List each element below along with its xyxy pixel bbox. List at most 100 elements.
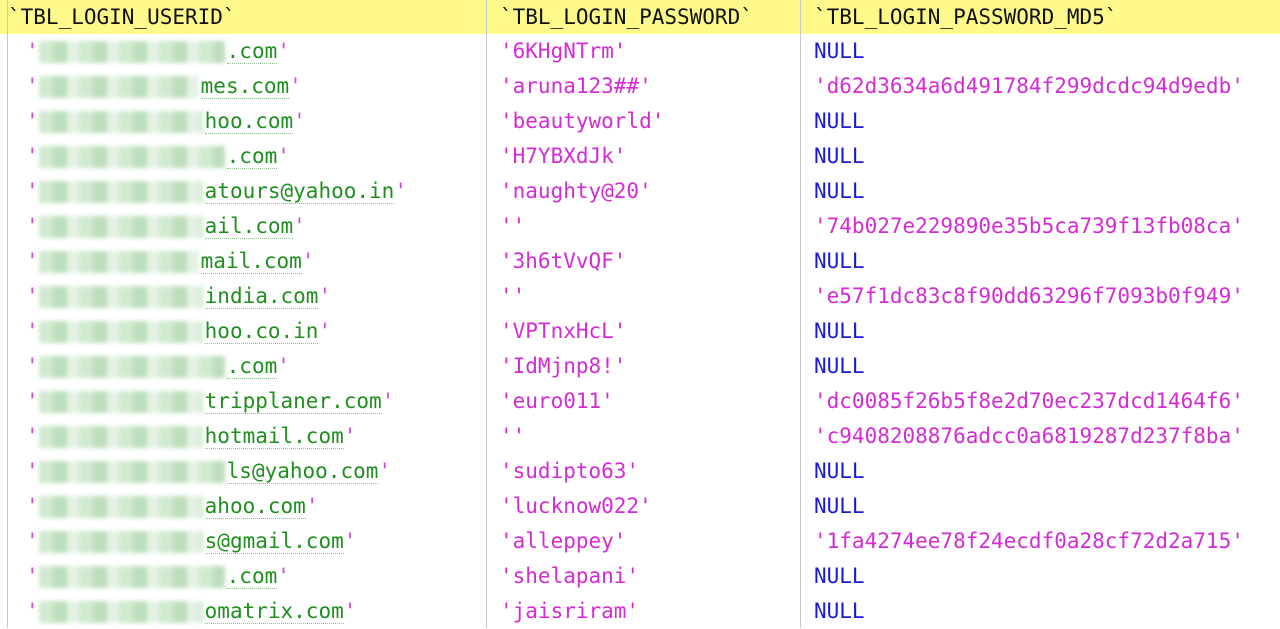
cell-password[interactable]: 'naughty@20' xyxy=(500,174,796,209)
cell-password[interactable]: '' xyxy=(500,209,796,244)
table-row[interactable]: ' .com' '6KHgNTrm' NULL xyxy=(0,34,1280,69)
quote-mark: ' xyxy=(305,494,319,518)
cell-password-md5[interactable]: NULL xyxy=(814,349,1280,384)
table-row[interactable]: ' ail.com' '' '74b027e229890e35b5ca739f13fb… xyxy=(0,209,1280,244)
table-row[interactable]: ' .com' 'IdMjnp8!' NULL xyxy=(0,349,1280,384)
cell-userid[interactable]: ' ahoo.com' xyxy=(26,489,482,524)
userid-visible-text: .com xyxy=(226,354,278,379)
userid-visible-text: hoo.co.in xyxy=(204,319,319,344)
cell-password-md5[interactable]: NULL xyxy=(814,34,1280,69)
cell-password[interactable]: 'H7YBXdJk' xyxy=(500,139,796,174)
cell-password[interactable]: 'sudipto63' xyxy=(500,454,796,489)
userid-visible-text: tripplaner.com xyxy=(204,389,382,414)
cell-userid[interactable]: ' hoo.com' xyxy=(26,104,482,139)
quote-mark: ' xyxy=(26,179,39,203)
cell-password-md5[interactable]: 'e57f1dc83c8f90dd63296f7093b0f949' xyxy=(814,279,1280,314)
cell-password-md5[interactable]: NULL xyxy=(814,489,1280,524)
userid-visible-text: mail.com xyxy=(200,249,302,274)
cell-password-md5[interactable]: NULL xyxy=(814,594,1280,629)
quote-mark: ' xyxy=(26,459,39,483)
cell-userid[interactable]: ' s@gmail.com' xyxy=(26,524,482,559)
table-row[interactable]: ' india.com' '' 'e57f1dc83c8f90dd63296f7093… xyxy=(0,279,1280,314)
cell-password-md5[interactable]: 'c9408208876adcc0a6819287d237f8ba' xyxy=(814,419,1280,454)
grid-header: `TBL_LOGIN_USERID` `TBL_LOGIN_PASSWORD` … xyxy=(0,0,1280,34)
table-row[interactable]: ' hotmail.com' '' 'c9408208876adcc0a6819287… xyxy=(0,419,1280,454)
table-row[interactable]: ' omatrix.com' 'jaisriram' NULL xyxy=(0,594,1280,629)
cell-userid[interactable]: ' mail.com' xyxy=(26,244,482,279)
cell-password-md5[interactable]: 'dc0085f26b5f8e2d70ec237dcd1464f6' xyxy=(814,384,1280,419)
table-row[interactable]: ' tripplaner.com' 'euro011' 'dc0085f26b5f8e… xyxy=(0,384,1280,419)
redacted-userid-prefix xyxy=(38,321,203,343)
cell-userid[interactable]: ' india.com' xyxy=(26,279,482,314)
cell-password-md5[interactable]: NULL xyxy=(814,174,1280,209)
quote-mark: ' xyxy=(394,179,407,203)
column-header-password[interactable]: `TBL_LOGIN_PASSWORD` xyxy=(500,0,753,34)
cell-password-md5[interactable]: NULL xyxy=(814,559,1280,594)
redacted-userid-prefix xyxy=(38,76,199,98)
quote-mark: ' xyxy=(26,144,39,168)
cell-userid[interactable]: ' tripplaner.com' xyxy=(26,384,482,419)
table-row[interactable]: ' .com' 'H7YBXdJk' NULL xyxy=(0,139,1280,174)
cell-password[interactable]: 'IdMjnp8!' xyxy=(500,349,796,384)
cell-password[interactable]: 'beautyworld' xyxy=(500,104,796,139)
column-header-userid[interactable]: `TBL_LOGIN_USERID` xyxy=(8,0,236,34)
table-row[interactable]: ' s@gmail.com' 'alleppey' '1fa4274ee78f24ec… xyxy=(0,524,1280,559)
redacted-userid-prefix xyxy=(38,391,203,413)
cell-userid[interactable]: ' ls@yahoo.com' xyxy=(26,454,482,489)
table-row[interactable]: ' mes.com' 'aruna123##' 'd62d3634a6d491784f… xyxy=(0,69,1280,104)
quote-mark: ' xyxy=(277,564,290,588)
cell-password[interactable]: 'VPTnxHcL' xyxy=(500,314,796,349)
cell-userid[interactable]: ' .com' xyxy=(26,34,482,69)
table-row[interactable]: ' hoo.com' 'beautyworld' NULL xyxy=(0,104,1280,139)
cell-password[interactable]: '6KHgNTrm' xyxy=(500,34,796,69)
cell-userid[interactable]: ' .com' xyxy=(26,139,482,174)
cell-password[interactable]: 'lucknow022' xyxy=(500,489,796,524)
userid-visible-text: .com xyxy=(226,564,278,589)
cell-password-md5[interactable]: NULL xyxy=(814,139,1280,174)
userid-visible-text: atours@yahoo.in xyxy=(204,179,395,204)
cell-userid[interactable]: ' hoo.co.in' xyxy=(26,314,482,349)
cell-password-md5[interactable]: NULL xyxy=(814,314,1280,349)
quote-mark: ' xyxy=(26,214,39,238)
cell-userid[interactable]: ' mes.com' xyxy=(26,69,482,104)
cell-password-md5[interactable]: NULL xyxy=(814,104,1280,139)
column-header-password-md5[interactable]: `TBL_LOGIN_PASSWORD_MD5` xyxy=(814,0,1117,34)
cell-password-md5[interactable]: NULL xyxy=(814,244,1280,279)
quote-mark: ' xyxy=(381,389,395,413)
quote-mark: ' xyxy=(301,249,315,273)
table-row[interactable]: ' ahoo.com' 'lucknow022' NULL xyxy=(0,489,1280,524)
quote-mark: ' xyxy=(26,599,39,623)
cell-userid[interactable]: ' atours@yahoo.in' xyxy=(26,174,482,209)
redacted-userid-prefix xyxy=(38,251,199,273)
cell-userid[interactable]: ' .com' xyxy=(26,559,482,594)
cell-userid[interactable]: ' ail.com' xyxy=(26,209,482,244)
quote-mark: ' xyxy=(378,459,392,483)
table-row[interactable]: ' hoo.co.in' 'VPTnxHcL' NULL xyxy=(0,314,1280,349)
redacted-userid-prefix xyxy=(38,566,225,588)
cell-password[interactable]: '' xyxy=(500,419,796,454)
cell-password[interactable]: 'euro011' xyxy=(500,384,796,419)
quote-mark: ' xyxy=(343,529,357,553)
cell-password[interactable]: '3h6tVvQF' xyxy=(500,244,796,279)
cell-password-md5[interactable]: '74b027e229890e35b5ca739f13fb08ca' xyxy=(814,209,1280,244)
cell-password-md5[interactable]: 'd62d3634a6d491784f299dcdc94d9edb' xyxy=(814,69,1280,104)
cell-password[interactable]: 'aruna123##' xyxy=(500,69,796,104)
cell-password-md5[interactable]: NULL xyxy=(814,454,1280,489)
table-row[interactable]: ' .com''shelapani' NULL xyxy=(0,559,1280,594)
quote-mark: ' xyxy=(26,319,39,343)
cell-password[interactable]: '' xyxy=(500,279,796,314)
quote-mark: ' xyxy=(26,109,39,133)
table-row[interactable]: ' mail.com' '3h6tVvQF' NULL xyxy=(0,244,1280,279)
cell-password-md5[interactable]: '1fa4274ee78f24ecdf0a28cf72d2a715' xyxy=(814,524,1280,559)
quote-mark: ' xyxy=(318,319,332,343)
cell-password[interactable]: 'alleppey' xyxy=(500,524,796,559)
cell-password[interactable]: 'shelapani' xyxy=(500,559,796,594)
quote-mark: ' xyxy=(293,109,306,133)
table-row[interactable]: ' ls@yahoo.com' 'sudipto63' NULL xyxy=(0,454,1280,489)
quote-mark: ' xyxy=(26,564,39,588)
cell-userid[interactable]: ' .com' xyxy=(26,349,482,384)
cell-userid[interactable]: ' hotmail.com' xyxy=(26,419,482,454)
cell-userid[interactable]: ' omatrix.com' xyxy=(26,594,482,629)
table-row[interactable]: ' atours@yahoo.in''naughty@20' NULL xyxy=(0,174,1280,209)
cell-password[interactable]: 'jaisriram' xyxy=(500,594,796,629)
